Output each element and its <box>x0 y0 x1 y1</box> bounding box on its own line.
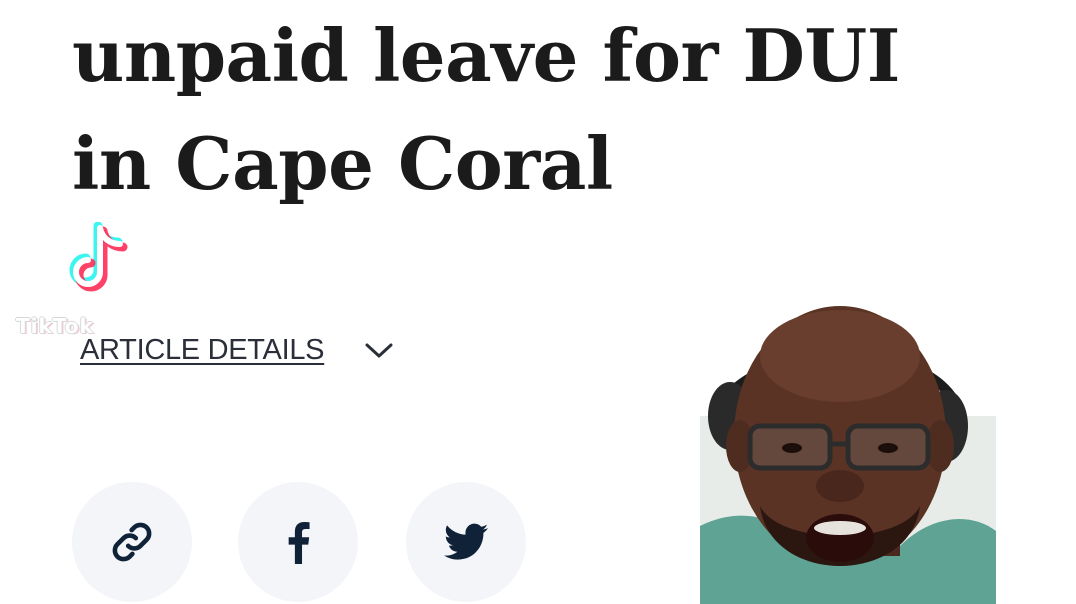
article-headline: unpaid leave for DUI in Cape Coral <box>72 2 1002 218</box>
share-facebook-button[interactable] <box>238 482 358 602</box>
article-details-toggle[interactable]: ARTICLE DETAILS <box>80 334 394 367</box>
link-icon <box>112 522 152 562</box>
article-details-label[interactable]: ARTICLE DETAILS <box>80 334 325 367</box>
presenter-video <box>700 296 996 604</box>
share-link-button[interactable] <box>72 482 192 602</box>
chevron-down-icon[interactable] <box>364 341 394 361</box>
page: unpaid leave for DUI in Cape Coral TikTo… <box>0 0 1076 604</box>
tiktok-watermark: TikTok <box>16 222 144 347</box>
webcam-overlay <box>700 296 996 604</box>
facebook-icon <box>288 522 310 564</box>
headline-line-2: in Cape Coral <box>72 121 613 206</box>
headline-line-1: unpaid leave for DUI <box>72 13 900 98</box>
twitter-icon <box>444 523 488 560</box>
share-twitter-button[interactable] <box>406 482 526 602</box>
tiktok-logo-icon <box>69 222 128 292</box>
